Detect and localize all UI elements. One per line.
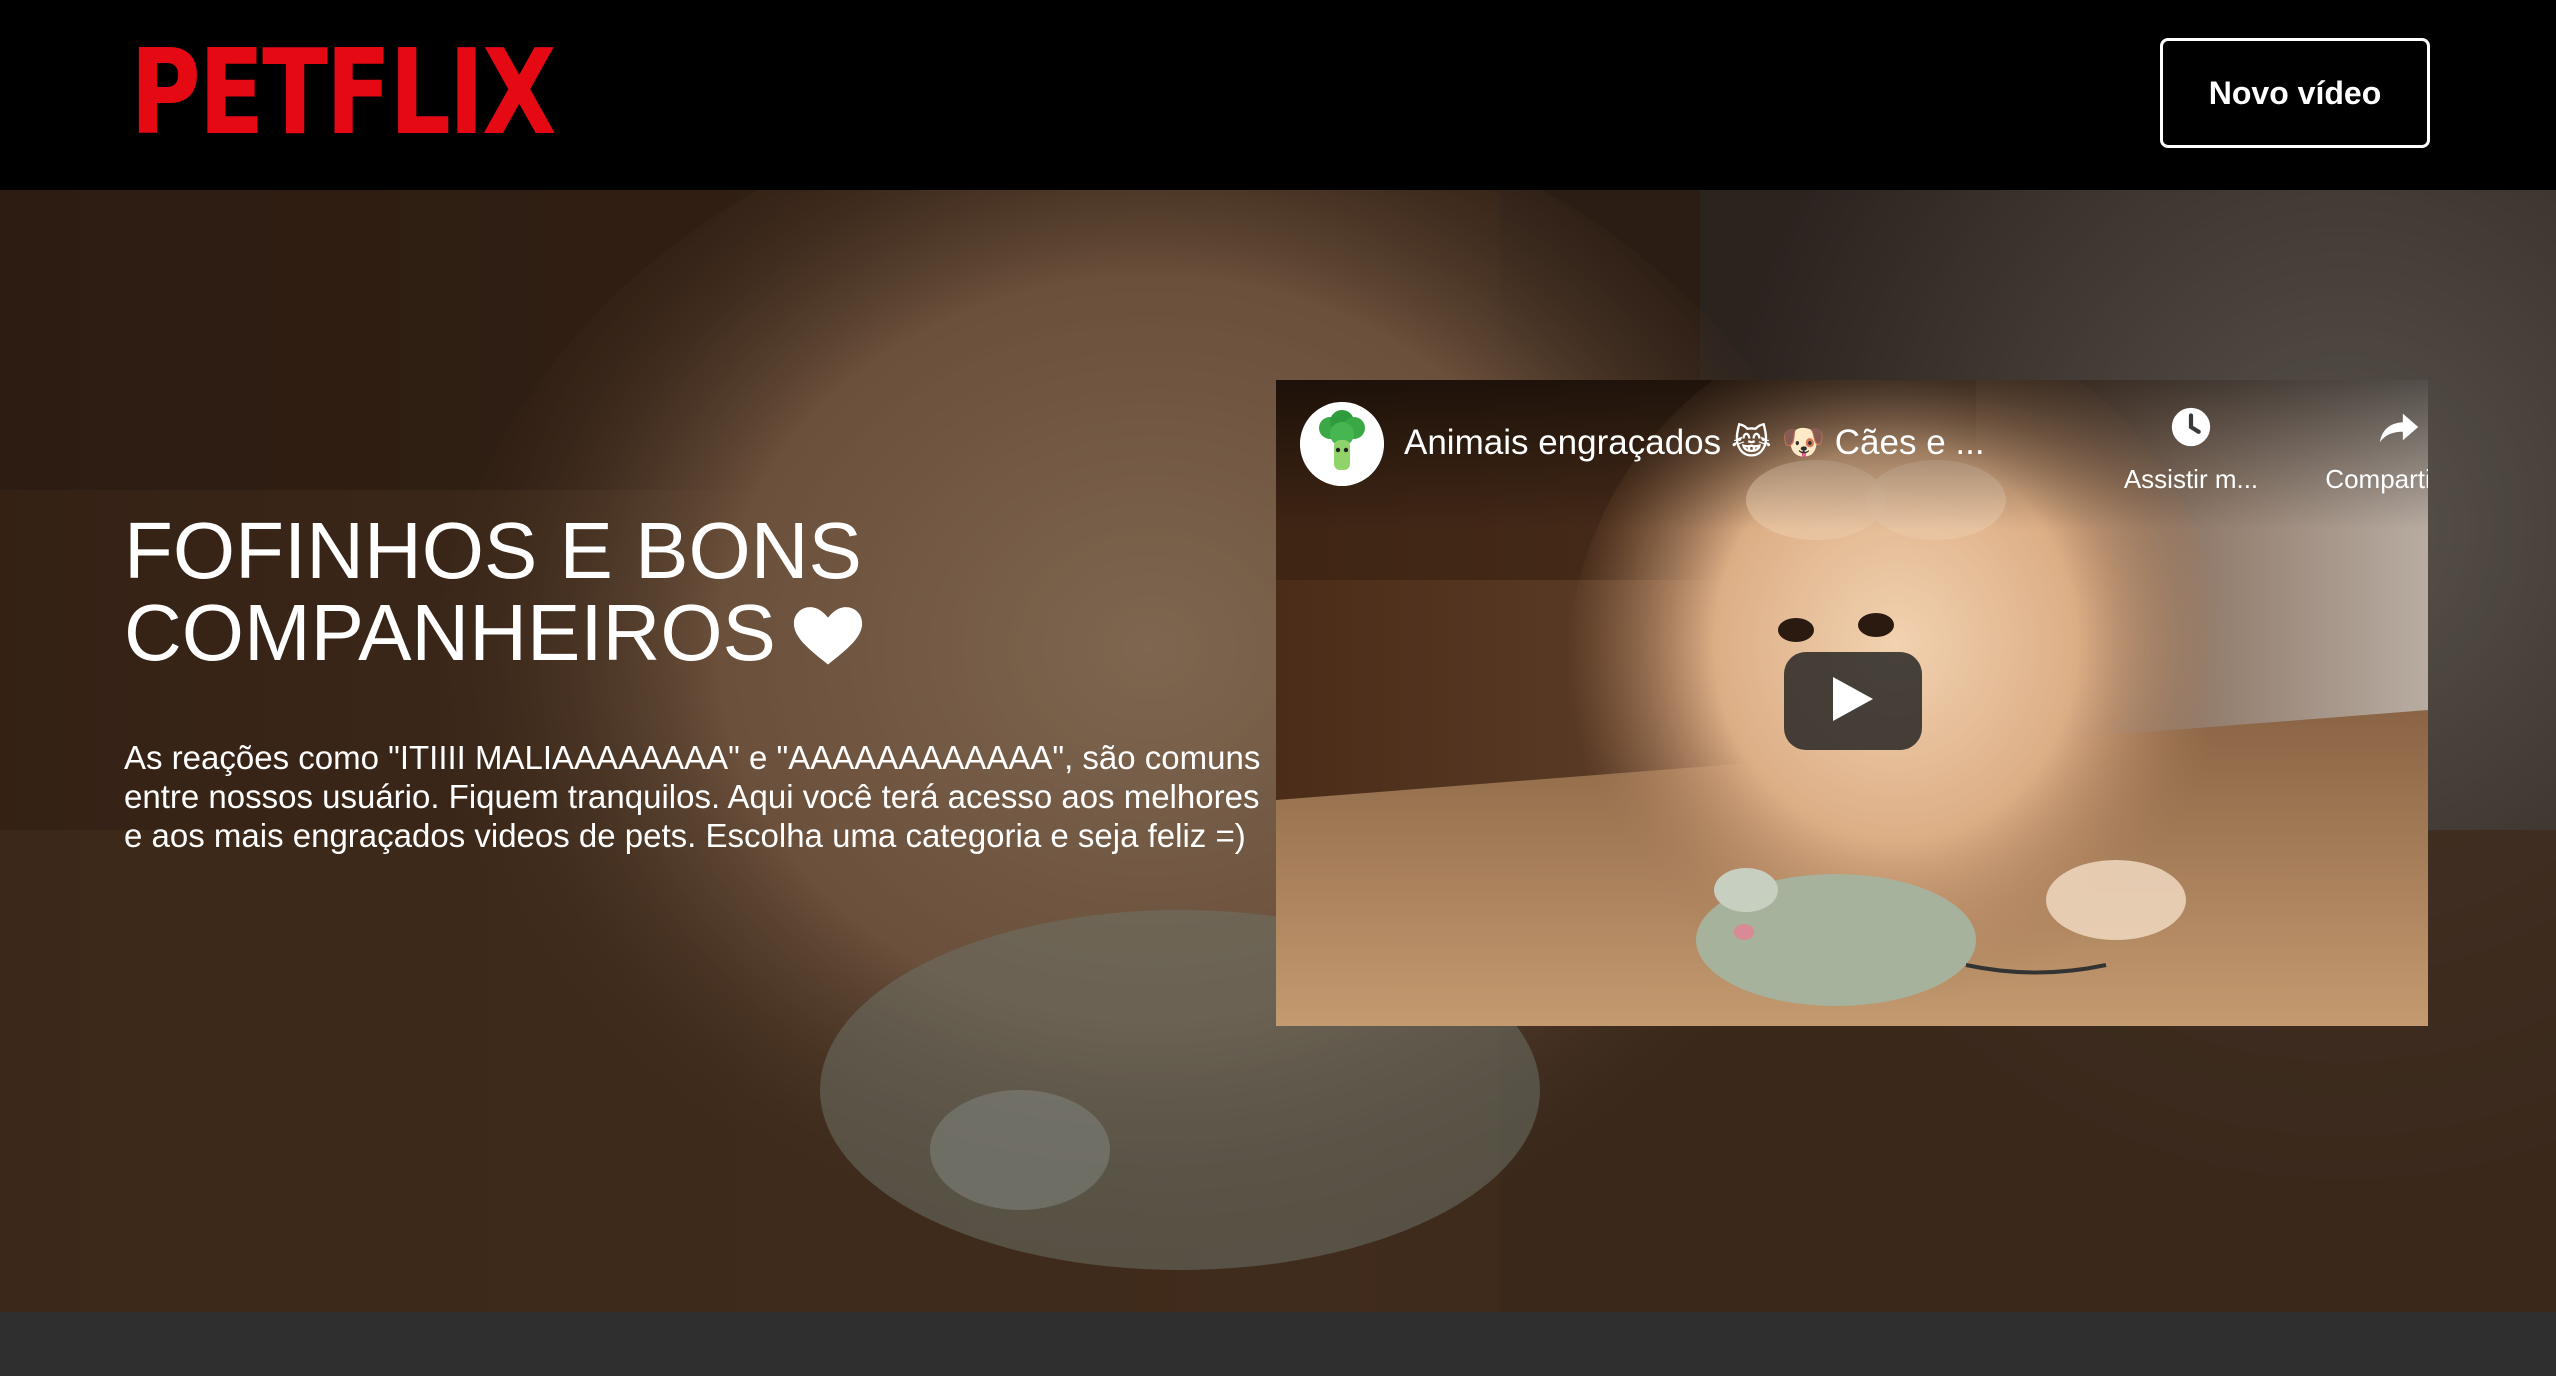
watch-later-label: Assistir m... [2123, 464, 2259, 494]
share-button[interactable]: Compartilh... [2304, 404, 2428, 495]
hero-banner: FOFINHOS E BONS COMPANHEIROS As reações … [0, 190, 2556, 1312]
video-title[interactable]: Animais engraçados 😹 🐶 Cães e ... [1404, 420, 2004, 466]
hero-description: As reações como "ITIIII MALIAAAAAAAA" e … [124, 739, 1261, 854]
embedded-video-player[interactable]: Animais engraçados 😹 🐶 Cães e ... Assist… [1276, 380, 2428, 1026]
petflix-logo[interactable]: PETFLIX [130, 22, 557, 162]
broccoli-avatar-icon[interactable] [1300, 402, 1384, 486]
watch-later-button[interactable]: Assistir m... [2096, 404, 2286, 495]
clock-icon [2168, 404, 2214, 450]
page-bottom-strip [0, 1312, 2556, 1376]
play-button[interactable] [1784, 652, 1922, 750]
site-header: PETFLIX Novo vídeo [0, 0, 2556, 190]
hero-title-line2: COMPANHEIROS [124, 588, 776, 677]
hero-title: FOFINHOS E BONS COMPANHEIROS [124, 510, 1224, 680]
play-icon [1833, 676, 1873, 726]
share-label: Compartilh... [2325, 464, 2428, 494]
share-arrow-icon [2376, 404, 2422, 450]
heart-icon [790, 598, 866, 680]
new-video-button[interactable]: Novo vídeo [2160, 38, 2430, 148]
hero-title-line1: FOFINHOS E BONS [124, 506, 862, 595]
